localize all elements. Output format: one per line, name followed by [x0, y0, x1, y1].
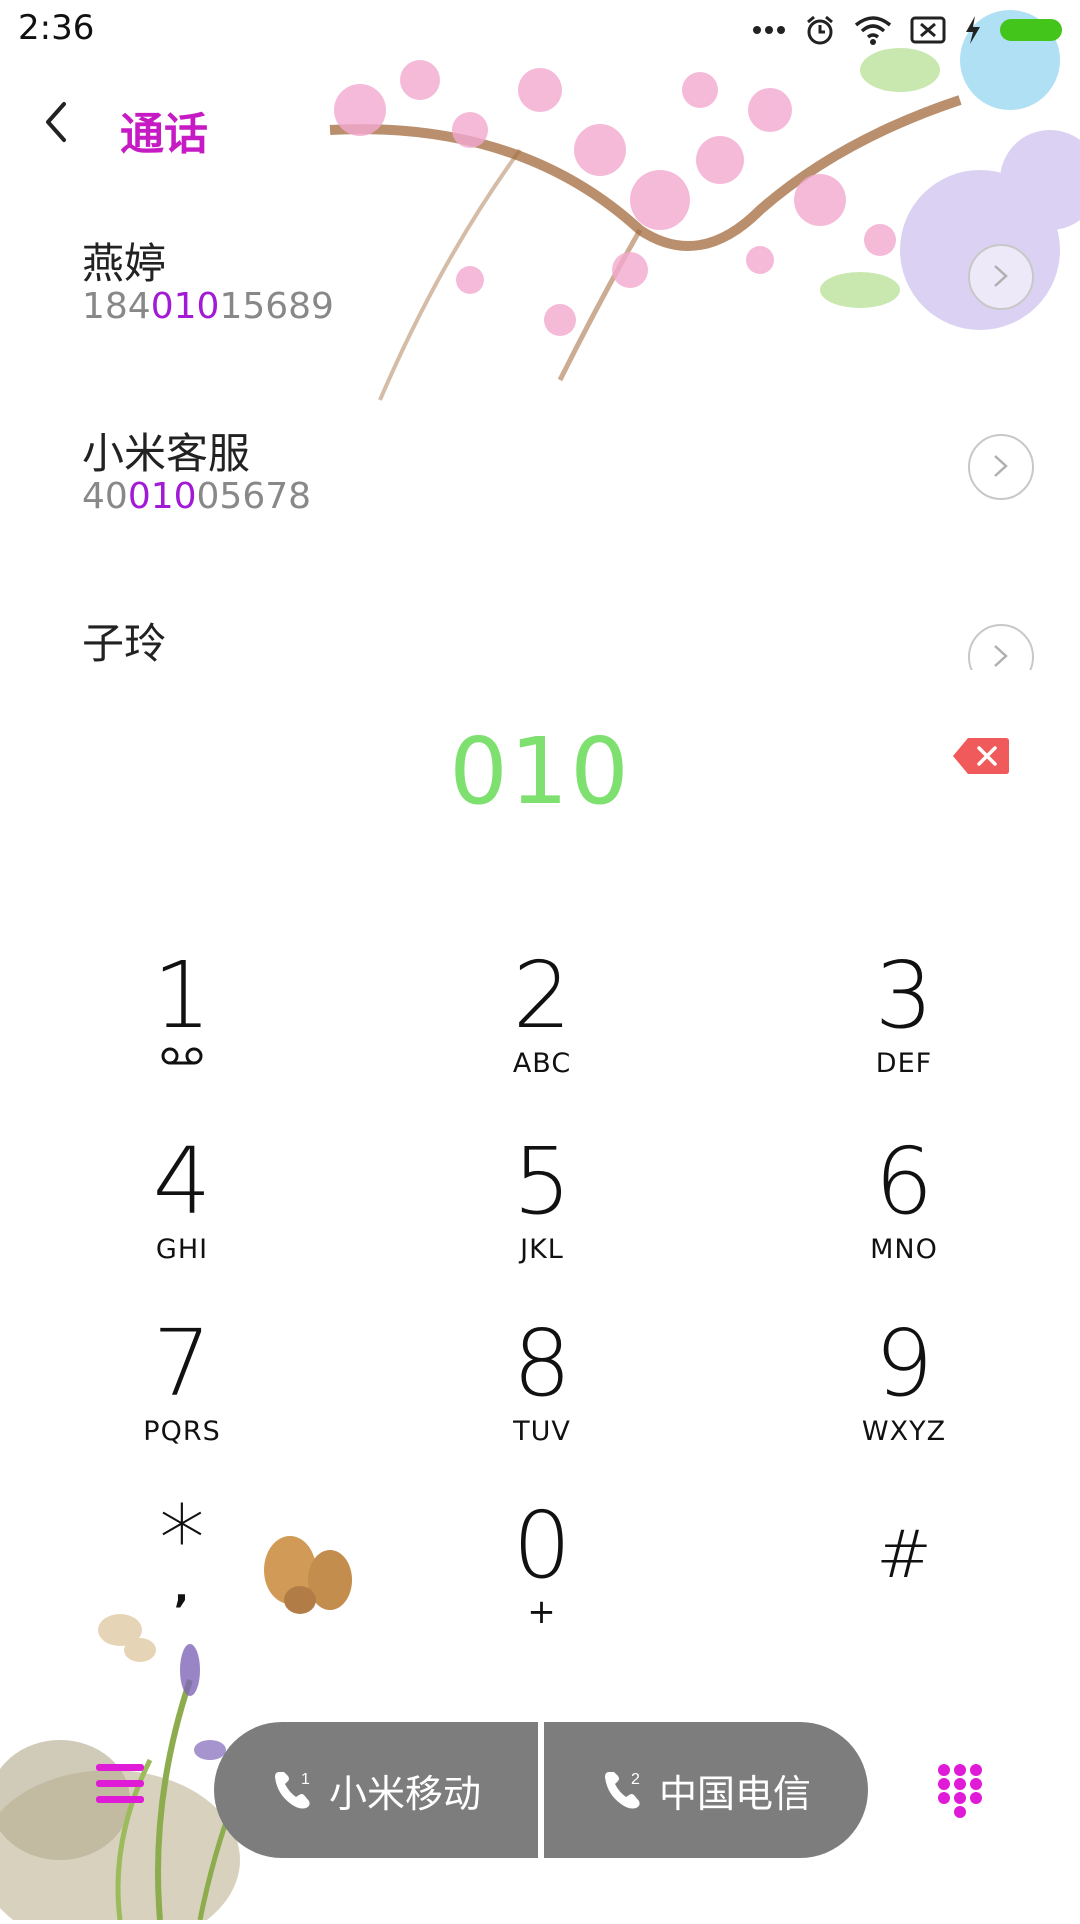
- contact-detail-button[interactable]: [968, 624, 1034, 670]
- key-6[interactable]: 6 MNO: [784, 1136, 1024, 1286]
- battery-icon: [1000, 19, 1062, 41]
- dialpad-icon: [938, 1764, 982, 1818]
- call-sim2-button[interactable]: 2 中国电信: [544, 1722, 868, 1858]
- voicemail-icon: [161, 1047, 203, 1065]
- chevron-left-icon: [46, 102, 66, 142]
- key-3[interactable]: 3 DEF: [784, 950, 1024, 1100]
- status-time: 2:36: [18, 8, 95, 48]
- contact-row[interactable]: 燕婷 18401015689: [0, 230, 1080, 420]
- page-title: 通话: [120, 109, 208, 160]
- number-match: 010: [150, 286, 220, 327]
- call-button-group: 1 小米移动 2 中国电信: [214, 1722, 868, 1858]
- status-icons: [752, 10, 1062, 50]
- contact-list[interactable]: 燕婷 18401015689 小米客服 4001005678 子玲: [0, 230, 1080, 670]
- key-9[interactable]: 9 WXYZ: [784, 1318, 1024, 1468]
- key-2[interactable]: 2 ABC: [422, 950, 662, 1100]
- contact-name: 小米客服: [82, 429, 251, 478]
- contact-number: 4001005678: [82, 476, 312, 517]
- more-dots-icon: [753, 26, 785, 34]
- contact-row[interactable]: 子玲: [0, 610, 1080, 670]
- chevron-right-icon: [994, 645, 1008, 667]
- call-sim1-button[interactable]: 1 小米移动: [214, 1722, 538, 1858]
- contact-number: 18401015689: [82, 286, 334, 327]
- menu-icon: [96, 1764, 144, 1803]
- contact-detail-button[interactable]: [968, 434, 1034, 500]
- contact-row[interactable]: 小米客服 4001005678: [0, 420, 1080, 610]
- phone-sim1-icon: 1: [274, 1771, 310, 1809]
- contact-name: 子玲: [82, 619, 167, 668]
- phone-sim2-icon: 2: [604, 1771, 640, 1809]
- sim-off-icon: [910, 16, 946, 44]
- sim2-label: 中国电信: [658, 1771, 811, 1816]
- backspace-button[interactable]: [952, 736, 1010, 776]
- charging-icon: [966, 16, 980, 44]
- sim1-label: 小米移动: [328, 1771, 481, 1816]
- svg-text:2: 2: [631, 1771, 640, 1788]
- number-match: 010: [127, 476, 197, 517]
- chevron-right-icon: [994, 265, 1008, 287]
- key-1[interactable]: 1: [62, 950, 302, 1100]
- backspace-icon: [953, 738, 1009, 774]
- key-7[interactable]: 7 PQRS: [62, 1318, 302, 1468]
- key-4[interactable]: 4 GHI: [62, 1136, 302, 1286]
- key-8[interactable]: 8 TUV: [422, 1318, 662, 1468]
- dialpad-toggle-button[interactable]: [936, 1762, 984, 1820]
- svg-text:1: 1: [301, 1771, 310, 1788]
- key-0[interactable]: 0 +: [422, 1500, 662, 1650]
- key-5[interactable]: 5 JKL: [422, 1136, 662, 1286]
- contact-detail-button[interactable]: [968, 244, 1034, 310]
- contact-name: 燕婷: [82, 239, 167, 288]
- wifi-icon: [854, 16, 892, 45]
- menu-button[interactable]: [96, 1762, 144, 1806]
- key-star[interactable]: * ,: [62, 1494, 302, 1650]
- alarm-icon: [807, 15, 833, 45]
- dialed-number: 010: [449, 718, 631, 825]
- back-button[interactable]: [40, 98, 90, 158]
- chevron-right-icon: [994, 455, 1008, 477]
- key-hash[interactable]: #: [784, 1500, 1024, 1650]
